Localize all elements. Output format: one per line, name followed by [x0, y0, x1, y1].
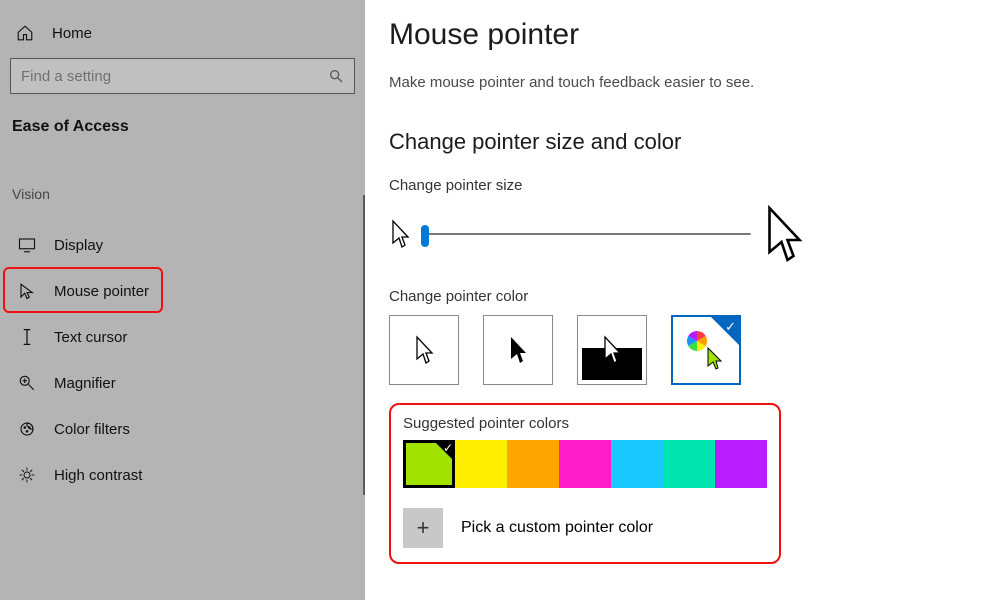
pointer-size-slider[interactable]	[421, 233, 751, 235]
sidebar-item-magnifier[interactable]: Magnifier	[10, 360, 355, 406]
swatch-teal[interactable]	[663, 440, 715, 488]
check-icon: ✓	[725, 319, 736, 335]
swatch-lime[interactable]: ✓	[403, 440, 455, 488]
cursor-small-icon	[389, 219, 411, 249]
swatch-yellow[interactable]	[455, 440, 507, 488]
group-label-vision: Vision	[12, 186, 355, 202]
pointer-color-label: Change pointer color	[389, 288, 958, 305]
sidebar-item-label: Mouse pointer	[54, 283, 149, 300]
sidebar-item-label: Text cursor	[54, 329, 127, 346]
swatch-orange[interactable]	[507, 440, 559, 488]
text-cursor-icon	[18, 328, 36, 346]
pointer-color-custom[interactable]: ✓	[671, 315, 741, 385]
sidebar-item-text-cursor[interactable]: Text cursor	[10, 314, 355, 360]
custom-color-label: Pick a custom pointer color	[461, 519, 653, 537]
sidebar-item-mouse-pointer[interactable]: Mouse pointer	[10, 268, 355, 314]
swatch-purple[interactable]	[715, 440, 767, 488]
home-button[interactable]: Home	[10, 18, 355, 58]
category-title: Ease of Access	[10, 118, 355, 136]
pointer-color-black[interactable]	[483, 315, 553, 385]
home-label: Home	[52, 25, 92, 42]
plus-icon[interactable]: +	[403, 508, 443, 548]
pointer-size-label: Change pointer size	[389, 177, 958, 194]
display-icon	[18, 236, 36, 254]
sidebar-item-label: Display	[54, 237, 103, 254]
suggested-colors-label: Suggested pointer colors	[403, 415, 767, 432]
cursor-large-icon	[761, 204, 806, 264]
suggested-colors-row: ✓	[403, 440, 767, 488]
high-contrast-icon	[18, 466, 36, 484]
sidebar-item-color-filters[interactable]: Color filters	[10, 406, 355, 452]
pointer-size-slider-row	[389, 204, 958, 264]
search-input-wrap[interactable]	[10, 58, 355, 94]
page-title: Mouse pointer	[389, 18, 958, 52]
main-panel: Mouse pointer Make mouse pointer and tou…	[365, 0, 982, 600]
swatch-pink[interactable]	[559, 440, 611, 488]
sidebar-item-high-contrast[interactable]: High contrast	[10, 452, 355, 498]
swatch-cyan[interactable]	[611, 440, 663, 488]
pointer-color-inverted[interactable]	[577, 315, 647, 385]
custom-color-row[interactable]: + Pick a custom pointer color	[403, 508, 767, 548]
sidebar-item-label: High contrast	[54, 467, 142, 484]
sidebar: Home Ease of Access Vision Display Mouse…	[0, 0, 365, 600]
page-subtitle: Make mouse pointer and touch feedback ea…	[389, 74, 958, 91]
pointer-color-options: ✓	[389, 315, 958, 385]
sidebar-item-label: Color filters	[54, 421, 130, 438]
sidebar-item-label: Magnifier	[54, 375, 116, 392]
pointer-color-white[interactable]	[389, 315, 459, 385]
color-filters-icon	[18, 420, 36, 438]
section-title: Change pointer size and color	[389, 129, 958, 155]
mouse-pointer-icon	[18, 282, 36, 300]
suggested-colors-section: Suggested pointer colors ✓ + Pick a cust…	[389, 403, 781, 564]
slider-thumb[interactable]	[421, 225, 429, 247]
check-icon: ✓	[443, 441, 453, 455]
home-icon	[16, 24, 34, 42]
scroll-indicator[interactable]	[363, 195, 365, 495]
search-input[interactable]	[21, 68, 328, 85]
search-icon	[328, 68, 344, 84]
magnifier-icon	[18, 374, 36, 392]
sidebar-item-display[interactable]: Display	[10, 222, 355, 268]
